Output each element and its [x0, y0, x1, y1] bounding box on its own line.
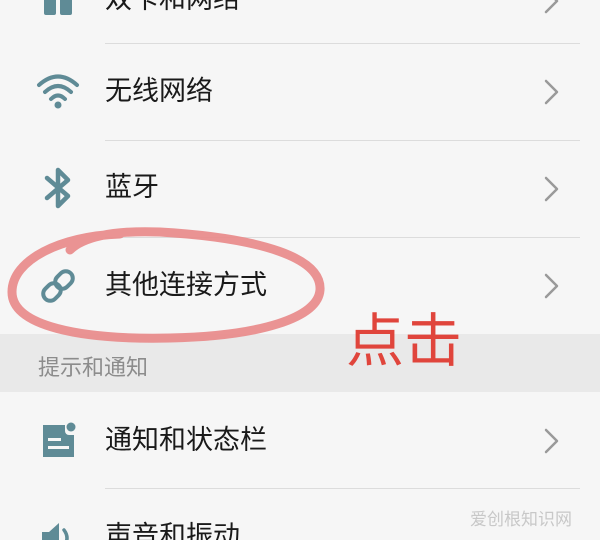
section-title: 提示和通知 — [38, 356, 149, 381]
settings-row-wifi[interactable]: 无线网络 — [0, 44, 600, 140]
settings-row-label: 无线网络 — [105, 76, 213, 107]
settings-row-label: 其他连接方式 — [105, 270, 267, 301]
chevron-right-icon — [544, 428, 559, 454]
bluetooth-icon — [35, 165, 81, 211]
settings-row-notifications[interactable]: 通知和状态栏 — [0, 392, 600, 488]
speaker-icon — [35, 515, 81, 540]
chevron-right-icon — [544, 176, 559, 202]
chevron-right-icon — [544, 273, 559, 299]
sim-card-icon — [35, 0, 81, 22]
settings-row-label: 蓝牙 — [105, 172, 159, 203]
section-header-notifications: 提示和通知 — [0, 334, 600, 392]
chevron-right-icon — [544, 79, 559, 105]
annotation-text: 点击 — [346, 307, 463, 375]
notification-icon — [35, 418, 81, 464]
chevron-right-icon — [544, 0, 559, 14]
settings-row-label: 通知和状态栏 — [105, 425, 267, 456]
settings-row-label: 双卡和网络 — [105, 0, 240, 13]
settings-row-dual-sim[interactable]: 双卡和网络 — [0, 0, 600, 40]
settings-row-bluetooth[interactable]: 蓝牙 — [0, 141, 600, 237]
settings-row-label: 声音和振动 — [105, 521, 240, 540]
link-icon — [35, 263, 81, 309]
watermark: 爱创根知识网 — [470, 510, 572, 530]
wifi-icon — [35, 69, 81, 115]
settings-row-other-connections[interactable]: 其他连接方式 — [0, 238, 600, 334]
